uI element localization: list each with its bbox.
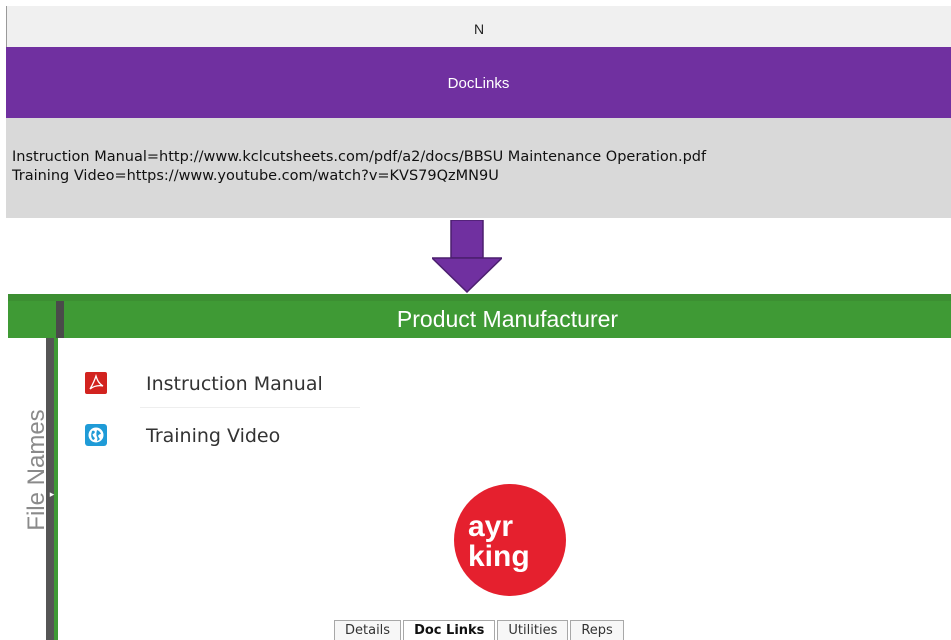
- doclinks-cell[interactable]: Instruction Manual=http://www.kclcutshee…: [6, 118, 951, 218]
- cell-line-training-video: Training Video=https://www.youtube.com/w…: [12, 168, 499, 184]
- row-divider: [140, 407, 360, 408]
- doc-link-label: Training Video: [146, 425, 281, 447]
- cell-line-instruction-manual: Instruction Manual=http://www.kclcutshee…: [12, 149, 707, 165]
- doc-link-instruction-manual[interactable]: Instruction Manual: [84, 367, 364, 401]
- pdf-icon: [85, 372, 107, 394]
- header-left-cap: [8, 301, 56, 338]
- doc-link-training-video[interactable]: Training Video: [84, 419, 364, 453]
- triangle-right-icon[interactable]: ▸: [46, 488, 58, 502]
- app-header: Product Manufacturer: [8, 301, 951, 338]
- spreadsheet-panel: N DocLinks Instruction Manual=http://www…: [6, 0, 951, 218]
- app-window: Product Manufacturer File Names ▸ Instru…: [0, 294, 951, 640]
- tab-reps[interactable]: Reps: [570, 620, 624, 640]
- arrow-down-icon: [432, 220, 502, 293]
- header-divider: [56, 301, 64, 338]
- column-header[interactable]: N: [6, 6, 951, 47]
- tab-utilities[interactable]: Utilities: [497, 620, 569, 640]
- tab-doc-links[interactable]: Doc Links: [403, 620, 496, 640]
- column-title-cell[interactable]: DocLinks: [6, 47, 951, 118]
- ayr-king-logo: ayr king: [454, 484, 566, 596]
- page-title: Product Manufacturer: [396, 306, 619, 332]
- logo-text-line2: king: [468, 540, 530, 573]
- tab-details[interactable]: Details: [334, 620, 402, 640]
- globe-icon: [85, 424, 107, 446]
- column-letter: N: [473, 21, 485, 37]
- logo-text-line1: ayr: [468, 510, 513, 543]
- doc-link-label: Instruction Manual: [146, 373, 323, 395]
- detail-tabs: Details Doc Links Utilities Reps: [334, 620, 626, 640]
- app-top-border: [8, 294, 951, 301]
- column-title: DocLinks: [447, 75, 510, 92]
